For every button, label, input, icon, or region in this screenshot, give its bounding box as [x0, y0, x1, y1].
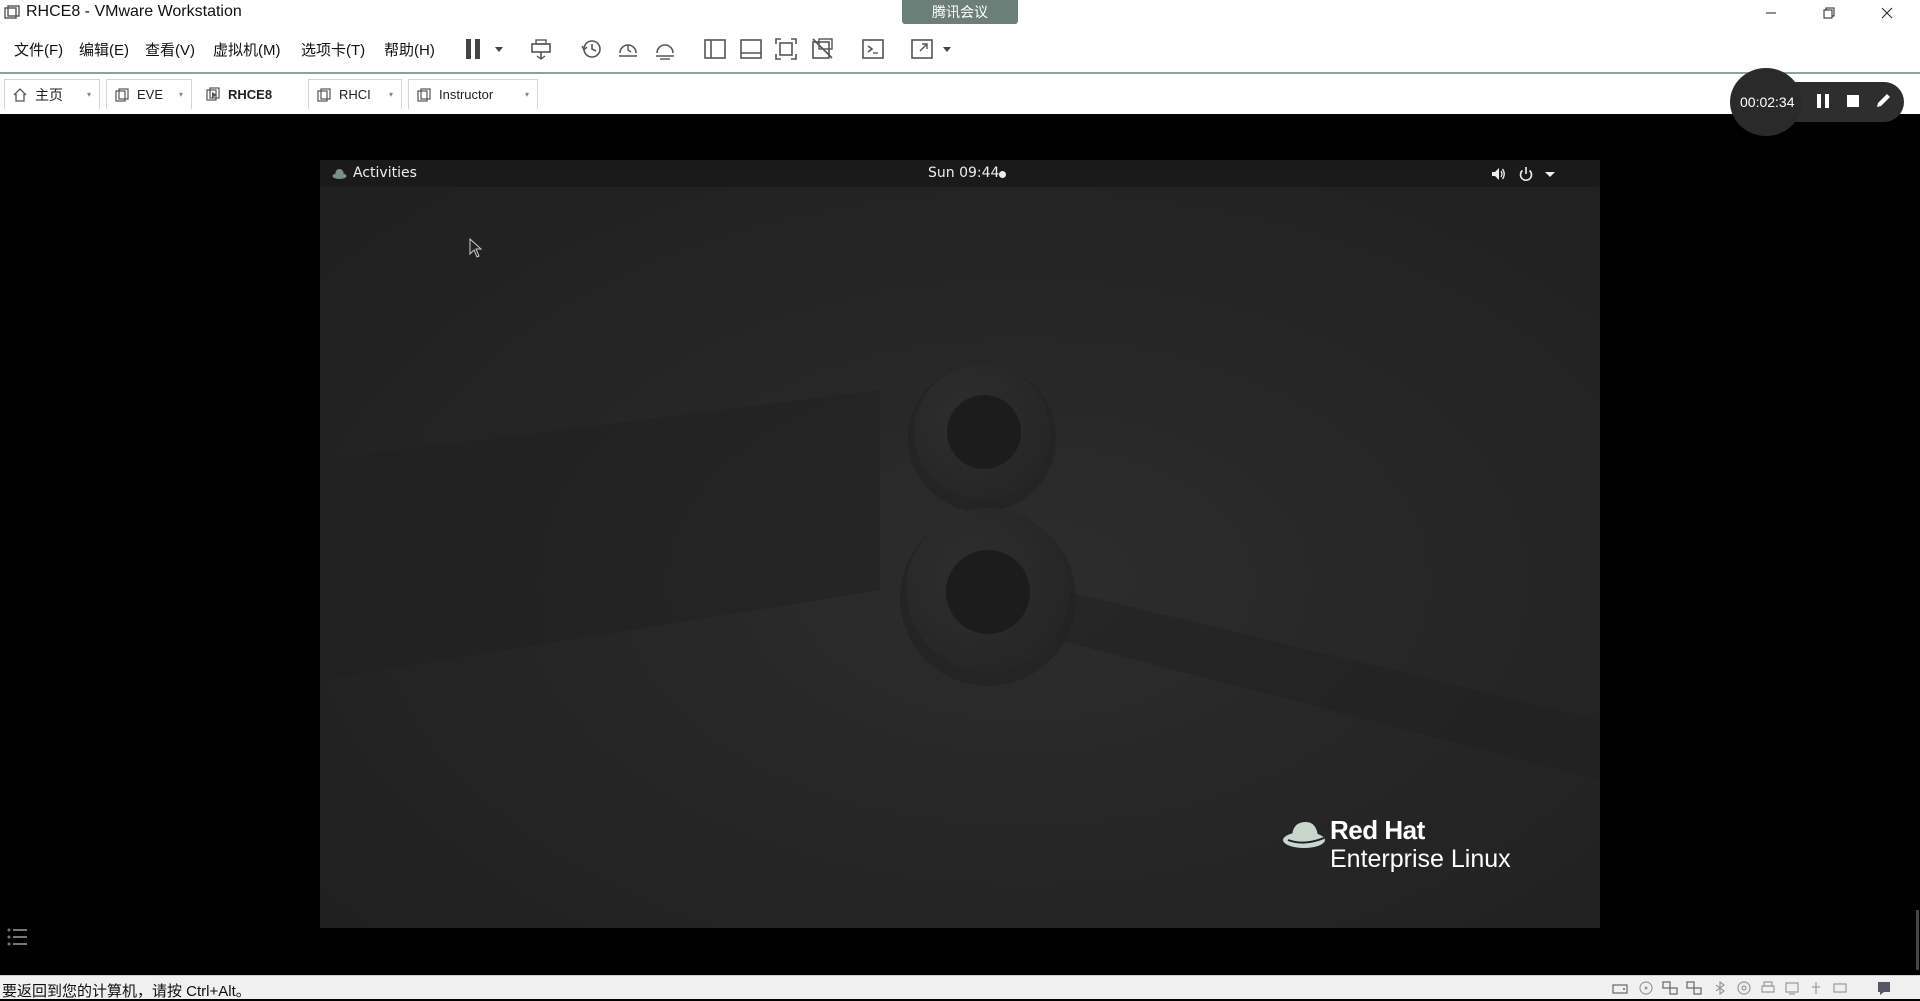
mouse-cursor-icon [469, 238, 483, 258]
send-ctrl-alt-del-button[interactable] [528, 36, 554, 62]
brand-name: Red Hat [1330, 815, 1425, 845]
cd-dvd-icon[interactable] [1638, 980, 1654, 996]
snapshot-manager-icon [656, 44, 674, 60]
snapshot-manager-button[interactable] [652, 36, 678, 62]
pause-button[interactable] [461, 36, 487, 62]
revert-snapshot-button[interactable] [615, 36, 641, 62]
tab-home[interactable]: 主页 ▾ [4, 79, 100, 109]
vm-icon [417, 87, 431, 102]
hard-disk-icon[interactable] [1612, 980, 1628, 996]
tab-label: 主页 [35, 86, 63, 103]
stretch-button[interactable] [909, 36, 935, 62]
stretch-icon [911, 39, 933, 59]
tab-label: Instructor [439, 87, 494, 102]
meeting-tab[interactable]: 腾讯会议 [902, 0, 1018, 24]
list-menu-icon[interactable] [6, 926, 30, 948]
library-view-button[interactable] [702, 36, 728, 62]
tab-rhci[interactable]: RHCI ▾ [308, 79, 402, 109]
display-icon[interactable] [1784, 980, 1800, 996]
tab-rhce8[interactable]: RHCE8 [198, 79, 302, 109]
tab-label: RHCI [339, 87, 371, 102]
thumbnail-bar-button[interactable] [738, 36, 764, 62]
library-view-icon [704, 39, 726, 59]
minimize-icon [1766, 12, 1776, 14]
pause-icon[interactable] [1814, 92, 1832, 110]
redhat-hat-icon [332, 169, 347, 179]
tab-label: EVE [137, 87, 164, 102]
restore-button[interactable] [1806, 0, 1852, 26]
unity-button[interactable] [809, 36, 835, 62]
console-button[interactable] [860, 36, 886, 62]
home-icon [13, 87, 27, 102]
status-bar: 要返回到您的计算机，请按 Ctrl+Alt。 [0, 975, 1920, 1000]
minimize-button[interactable] [1748, 0, 1794, 26]
power-icon[interactable] [1518, 166, 1534, 182]
printer-icon[interactable] [1760, 980, 1776, 996]
stop-icon[interactable] [1844, 92, 1862, 110]
network-adapter-2-icon[interactable] [1686, 980, 1702, 996]
menu-edit[interactable]: 编辑(E) [79, 39, 129, 60]
activities-button[interactable]: Activities [353, 165, 417, 181]
guest-desktop[interactable]: Activities Sun 09:44 Red Hat Enterprise … [320, 160, 1600, 928]
wallpaper-eight-graphic [900, 364, 1076, 686]
vm-tab-strip: 主页 ▾ EVE ▾ RHCE8 RHCI ▾ Instructor ▾ [0, 74, 1920, 114]
close-icon[interactable]: ▾ [389, 90, 393, 99]
chevron-down-icon[interactable] [1542, 166, 1558, 182]
revert-snapshot-icon [619, 44, 637, 57]
snapshot-button[interactable] [578, 36, 604, 62]
scrollbar[interactable] [1916, 910, 1919, 970]
vm-icon [115, 87, 129, 102]
title-bar: RHCE8 - VMware Workstation 腾讯会议 [0, 0, 1920, 26]
menu-file[interactable]: 文件(F) [14, 39, 63, 60]
close-icon[interactable]: ▾ [179, 90, 183, 99]
pause-icon [466, 39, 480, 59]
usb-icon[interactable] [1808, 980, 1824, 996]
thumbnail-bar-icon [740, 39, 762, 59]
chevron-down-icon[interactable] [942, 46, 952, 54]
recording-elapsed: 00:02:34 [1740, 94, 1795, 110]
tab-eve[interactable]: EVE ▾ [106, 79, 192, 109]
close-icon[interactable]: ▾ [87, 90, 91, 99]
send-ctrl-alt-del-icon [531, 39, 551, 60]
fullscreen-icon [775, 38, 797, 60]
network-adapter-icon[interactable] [1662, 980, 1678, 996]
product-name: Enterprise Linux [1330, 845, 1511, 873]
menu-help[interactable]: 帮助(H) [384, 39, 435, 60]
clock[interactable]: Sun 09:44 [928, 165, 999, 181]
chevron-down-icon[interactable] [494, 46, 504, 54]
redhat-logo-icon [1283, 822, 1325, 848]
pen-icon[interactable] [1874, 92, 1892, 110]
tab-instructor[interactable]: Instructor ▾ [408, 79, 538, 109]
unity-icon [812, 38, 833, 59]
menu-view[interactable]: 查看(V) [145, 39, 195, 60]
menu-toolbar: 文件(F) 编辑(E) 查看(V) 虚拟机(M) 选项卡(T) 帮助(H) [0, 26, 1920, 74]
tab-label: RHCE8 [228, 86, 273, 102]
volume-icon[interactable] [1490, 166, 1506, 182]
sound-card-icon[interactable] [1736, 980, 1752, 996]
close-button[interactable] [1864, 0, 1910, 26]
snapshot-icon [581, 40, 601, 58]
bluetooth-icon[interactable] [1712, 980, 1728, 996]
serial-port-icon[interactable] [1832, 980, 1848, 996]
console-icon [862, 39, 884, 59]
menu-vm[interactable]: 虚拟机(M) [213, 39, 281, 60]
vmware-app-icon [4, 5, 20, 19]
menu-tabs[interactable]: 选项卡(T) [301, 39, 365, 60]
close-icon [1881, 7, 1893, 19]
restore-icon [1823, 7, 1835, 19]
vm-running-icon [206, 87, 220, 101]
gnome-top-bar: Activities Sun 09:44 [320, 160, 1600, 187]
close-icon[interactable]: ▾ [525, 90, 529, 99]
vm-icon [317, 87, 331, 102]
fullscreen-button[interactable] [773, 36, 799, 62]
notification-dot [999, 171, 1006, 178]
window-title: RHCE8 - VMware Workstation [26, 3, 242, 20]
message-log-icon[interactable] [1876, 980, 1892, 996]
